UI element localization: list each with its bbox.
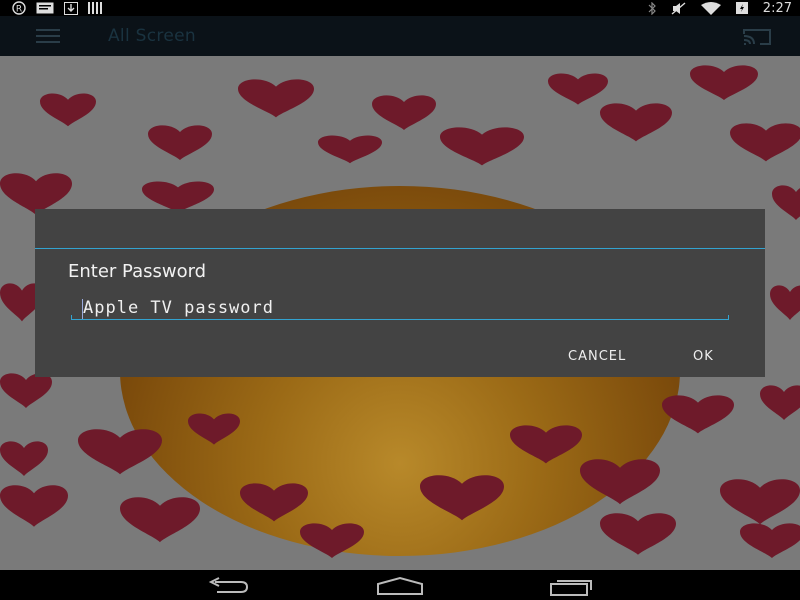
navigation-bar xyxy=(0,570,800,600)
download-icon xyxy=(64,1,78,15)
recent-apps-icon[interactable] xyxy=(547,576,595,596)
bluetooth-icon xyxy=(648,1,656,15)
cancel-button[interactable]: CANCEL xyxy=(568,349,626,364)
home-icon[interactable] xyxy=(376,576,424,596)
password-input[interactable] xyxy=(73,295,735,321)
action-bar: All Screen xyxy=(0,16,800,56)
status-bar: R 2:27 xyxy=(0,0,800,16)
back-icon[interactable] xyxy=(205,576,253,596)
password-dialog: Enter Password CANCEL OK xyxy=(35,209,765,377)
hamburger-icon[interactable] xyxy=(36,29,60,43)
ok-button[interactable]: OK xyxy=(693,349,714,364)
input-underline-right-tick xyxy=(728,315,729,320)
message-icon xyxy=(36,2,54,14)
barcode-icon xyxy=(88,2,102,14)
cast-icon[interactable] xyxy=(742,28,772,46)
dialog-label: Enter Password xyxy=(68,261,207,282)
registered-icon: R xyxy=(12,1,26,15)
dialog-title-divider xyxy=(35,248,765,249)
input-underline xyxy=(71,319,729,320)
battery-icon xyxy=(735,2,748,14)
wifi-icon xyxy=(700,1,721,15)
svg-text:R: R xyxy=(16,5,22,15)
status-time: 2:27 xyxy=(762,0,792,16)
mute-icon xyxy=(671,1,686,15)
app-title: All Screen xyxy=(108,26,196,46)
text-cursor xyxy=(82,299,83,319)
